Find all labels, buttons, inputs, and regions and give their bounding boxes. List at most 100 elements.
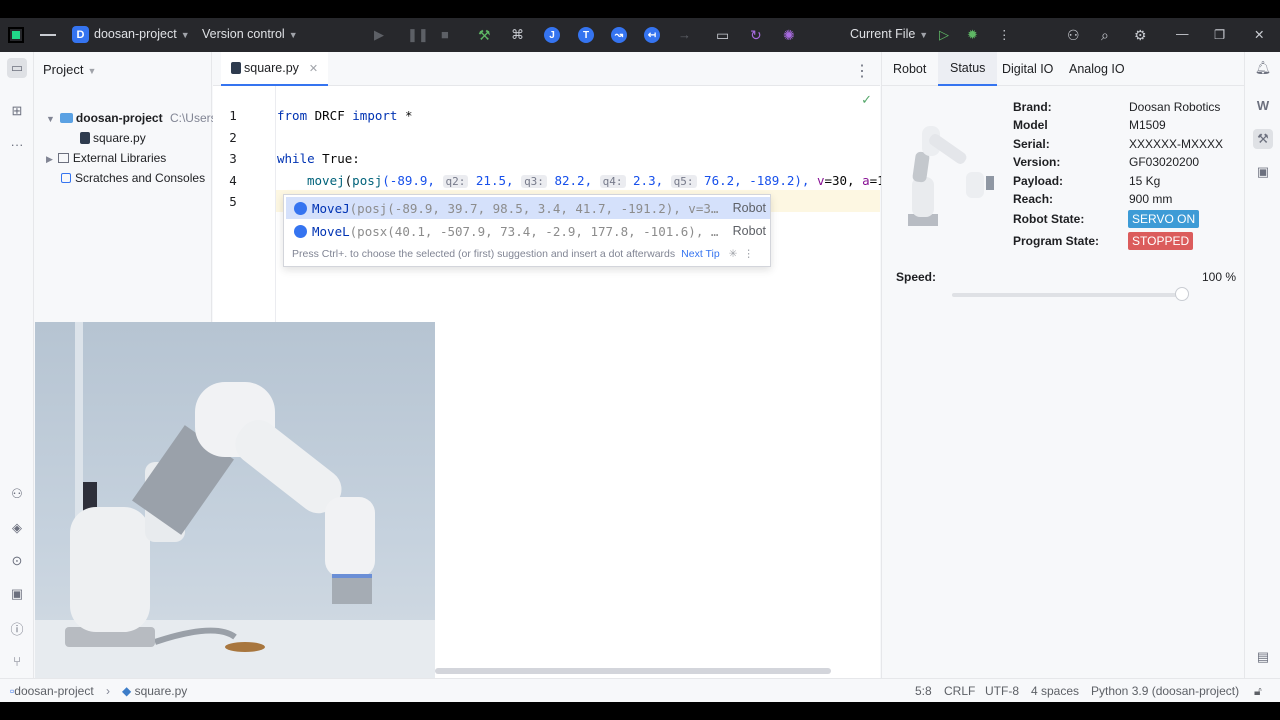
problems-icon[interactable]: ⓘ — [7, 618, 27, 638]
w-plugin-icon[interactable]: W — [1253, 95, 1273, 115]
vcs-selector[interactable]: Version control ▼ — [202, 27, 298, 41]
method-icon — [294, 224, 307, 238]
keyword: while — [277, 151, 315, 166]
line-number: 5 — [229, 194, 237, 209]
search-icon[interactable]: ⌕ — [1101, 27, 1109, 44]
robot-arm-image — [908, 126, 994, 226]
code-number: 82.2, — [546, 173, 600, 188]
tab-status[interactable]: Status — [938, 52, 998, 86]
debug-icon[interactable]: ✹ — [967, 27, 978, 43]
minimize-icon[interactable]: — — [1176, 27, 1189, 41]
window-icon[interactable]: ▭ — [716, 27, 729, 44]
breadcrumb-project-label: doosan-project — [14, 684, 94, 698]
caret-position[interactable]: 5:8 — [915, 684, 932, 698]
lock-icon[interactable]: 🔓︎ — [1254, 684, 1262, 699]
code-number: 76.2, -189.2), — [696, 173, 817, 188]
indent-setting[interactable]: 4 spaces — [1031, 684, 1079, 698]
file-encoding[interactable]: UTF-8 — [985, 684, 1019, 698]
tab-options-icon[interactable]: ⋮ — [854, 61, 870, 81]
project-panel-header[interactable]: Project ▼ — [43, 62, 96, 77]
chevron-down-icon: ▼ — [87, 66, 97, 76]
line-number: 2 — [229, 130, 237, 145]
robot-state-badge: SERVO ON — [1128, 210, 1200, 228]
terminal-icon[interactable]: ▣ — [7, 584, 27, 604]
more-icon[interactable]: ⋮ — [743, 248, 754, 260]
inlay-hint: q3: — [521, 175, 547, 188]
tab-square-py[interactable]: square.py ✕ — [221, 52, 329, 86]
add-user-icon[interactable]: ⚇ — [1067, 27, 1080, 44]
robot-tool-icon[interactable]: ⚒ — [1253, 129, 1273, 149]
tab-analog-io[interactable]: Analog IO — [1069, 52, 1125, 86]
tree-root[interactable]: ▼ doosan-project C:\Users — [46, 111, 217, 125]
python-file-icon — [80, 132, 90, 144]
chevron-right-icon: ▶ — [46, 154, 53, 164]
python-interpreter[interactable]: Python 3.9 (doosan-project) — [1091, 684, 1239, 698]
speed-slider[interactable] — [952, 293, 1182, 297]
build-icon[interactable]: ⚒ — [478, 27, 491, 44]
right-tool-stripe: 🔔︎ W ⚒ ▣ ▤ — [1244, 52, 1280, 678]
main-menu-icon[interactable] — [40, 27, 56, 43]
program-state-label: Program State: — [1013, 234, 1100, 248]
completion-source: Robot — [732, 224, 766, 238]
field-value: XXXXXX-MXXXX — [1129, 137, 1224, 151]
ai-assistant-icon[interactable]: ✺ — [783, 27, 795, 44]
layers-icon[interactable]: ◈ — [7, 518, 27, 538]
completion-popup: MoveJ (posj(-89.9, 39.7, 98.5, 3.4, 41.7,… — [283, 194, 771, 267]
field-value: M1509 — [1129, 118, 1166, 132]
notifications-bell-icon[interactable]: 🔔︎ — [1253, 58, 1273, 78]
function-name: movej — [307, 173, 345, 188]
tree-scratches[interactable]: Scratches and Consoles — [61, 171, 205, 185]
preview-icon[interactable]: ▣ — [1253, 162, 1273, 182]
tree-external-libraries[interactable]: ▶ External Libraries — [46, 151, 166, 165]
field-label: Model — [1013, 118, 1048, 132]
project-selector[interactable]: doosan-project ▼ — [94, 27, 190, 41]
arrow-right-icon[interactable]: → — [678, 27, 691, 42]
breadcrumb-project[interactable]: ▫doosan-project — [10, 684, 94, 698]
settings-gear-icon[interactable]: ⚙ — [1134, 27, 1147, 44]
run-disabled-icon[interactable]: ▶ — [374, 27, 384, 43]
code-number: (-89.9, — [382, 173, 443, 188]
python-console-icon[interactable]: ⚇ — [7, 484, 27, 504]
document-icon[interactable]: ▤ — [1253, 647, 1273, 667]
plugin-j-icon[interactable]: J — [544, 27, 560, 43]
move-l-icon[interactable]: ↤ — [644, 27, 660, 43]
tree-file[interactable]: square.py — [80, 131, 146, 145]
tree-root-path: C:\Users — [169, 111, 217, 125]
field-label: Brand: — [1013, 100, 1052, 114]
tab-digital-io[interactable]: Digital IO — [1002, 52, 1053, 86]
git-icon[interactable]: ⑂ — [7, 651, 27, 671]
structure-icon[interactable]: ⊞ — [7, 101, 27, 121]
run-icon[interactable]: ▷ — [939, 27, 949, 43]
webcam-overlay — [35, 322, 435, 683]
more-tools-icon[interactable]: ··· — [7, 134, 27, 154]
scratch-icon — [61, 173, 71, 183]
stop-icon[interactable]: ■ — [441, 27, 449, 42]
refresh-icon[interactable]: ↻ — [750, 27, 762, 44]
completion-match: MoveL — [312, 223, 350, 239]
speed-slider-handle[interactable] — [1175, 287, 1189, 301]
line-number: 1 — [229, 108, 237, 123]
close-tab-icon[interactable]: ✕ — [309, 62, 318, 75]
project-badge: D — [72, 26, 89, 43]
breadcrumb-file[interactable]: ◆ square.py — [122, 684, 187, 698]
pause-icon[interactable]: ❚❚ — [407, 27, 429, 43]
field-value: 15 Kg — [1129, 174, 1161, 188]
tab-robot[interactable]: Robot — [893, 52, 926, 86]
app-logo-icon[interactable] — [8, 27, 24, 43]
services-icon[interactable]: ⊙ — [7, 551, 27, 571]
completion-item-movel[interactable]: MoveL (posx(40.1, -507.9, 73.4, -2.9, 177… — [286, 220, 770, 242]
project-folder-icon[interactable]: ▭ — [7, 58, 27, 78]
line-number: 3 — [229, 151, 237, 166]
next-tip-link[interactable]: Next Tip — [681, 248, 720, 260]
move-j-icon[interactable]: ↝ — [611, 27, 627, 43]
editor-tab-bar: square.py ✕ ⋮ — [213, 52, 880, 86]
plugin-t-icon[interactable]: T — [578, 27, 594, 43]
run-config-selector[interactable]: Current File ▼ — [850, 27, 928, 41]
close-icon[interactable]: ✕ — [1254, 27, 1264, 42]
completion-item-movej[interactable]: MoveJ (posj(-89.9, 39.7, 98.5, 3.4, 41.7,… — [286, 197, 770, 219]
restore-icon[interactable]: ❐ — [1214, 27, 1225, 42]
structure-icon[interactable]: ⌘ — [511, 27, 524, 43]
horizontal-scrollbar[interactable] — [435, 668, 831, 674]
more-icon[interactable]: ⋮ — [998, 27, 1011, 42]
line-separator[interactable]: CRLF — [944, 684, 975, 698]
